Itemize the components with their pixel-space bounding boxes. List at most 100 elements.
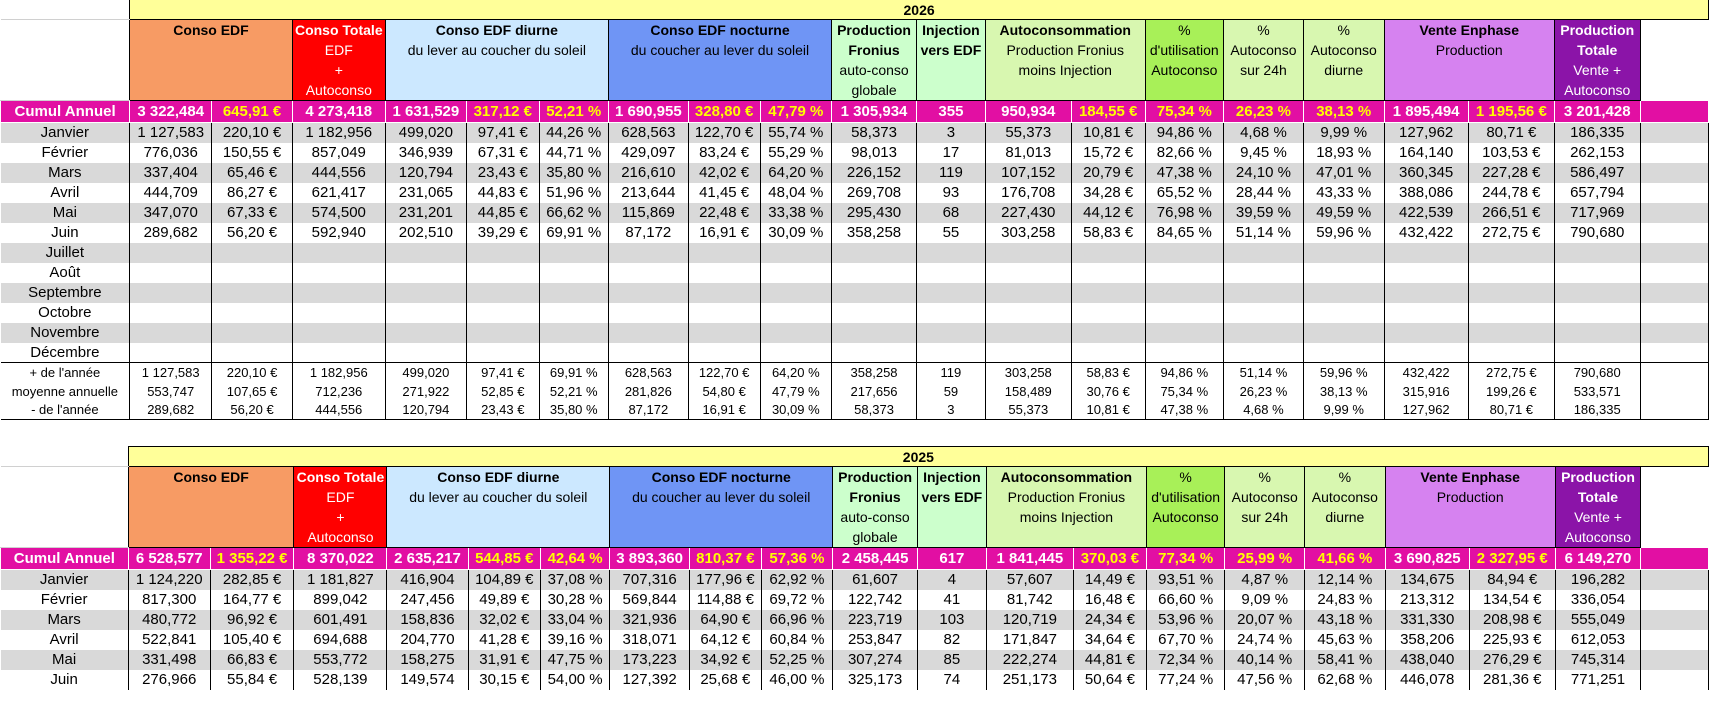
month-cell: 127,962 xyxy=(1384,122,1469,143)
month-cell xyxy=(1640,629,1709,650)
header-line: globale xyxy=(852,529,898,545)
month-cell xyxy=(1640,122,1709,143)
month-cell: 227,28 € xyxy=(1468,162,1555,183)
month-cell: 438,040 xyxy=(1385,649,1470,670)
month-cell: 247,456 xyxy=(386,589,469,610)
month-cell: 429,097 xyxy=(608,142,689,163)
month-cell xyxy=(1468,282,1555,303)
month-cell xyxy=(466,302,540,323)
cumul-cell: 328,80 € xyxy=(687,100,761,123)
month-cell: 1 127,583 xyxy=(129,122,213,143)
month-cell: 244,78 € xyxy=(1468,182,1555,203)
month-row: Juillet xyxy=(0,242,1709,263)
month-cell: 3 xyxy=(916,122,986,143)
month-cell: 85 xyxy=(917,649,987,670)
month-cell: 93,51 % xyxy=(1146,569,1226,590)
month-cell xyxy=(760,242,833,263)
stat-cell: 75,34 % xyxy=(1145,381,1224,401)
month-cell: 586,497 xyxy=(1554,162,1641,183)
month-cell xyxy=(1303,242,1385,263)
month-cell: 295,430 xyxy=(831,202,917,223)
stat-cell: 712,236 xyxy=(292,381,386,401)
month-label: Mars xyxy=(0,162,131,183)
month-cell: 24,83 % xyxy=(1304,589,1386,610)
month-cell xyxy=(129,302,213,323)
stat-cell: 217,656 xyxy=(831,381,917,401)
header-line: auto-conso xyxy=(840,509,910,525)
month-cell: 150,55 € xyxy=(211,142,293,163)
cumul-cell: 8 370,022 xyxy=(293,547,388,570)
table-2026: 2026 Conso EDF Conso Totale EDF + Autoconso Co… xyxy=(0,0,1709,420)
header-line: Autoconso xyxy=(1564,529,1632,545)
month-cell: 81,013 xyxy=(985,142,1072,163)
header-line: + xyxy=(334,62,343,78)
month-cell: 225,93 € xyxy=(1469,629,1556,650)
month-cell: 231,065 xyxy=(385,182,468,203)
header-line: Conso EDF nocturne xyxy=(651,469,791,485)
month-cell: 55 xyxy=(916,222,986,243)
month-cell xyxy=(831,322,917,343)
month-cell xyxy=(608,322,689,343)
month-cell xyxy=(688,342,761,363)
month-label: Décembre xyxy=(0,342,131,363)
header-line: Conso Totale xyxy=(294,22,383,38)
header-injection: Injection vers EDF xyxy=(915,19,986,101)
header-conso-totale: Conso Totale EDF + Autoconso xyxy=(291,19,386,101)
month-cell: 47,01 % xyxy=(1303,162,1385,183)
header-line: vers EDF xyxy=(921,489,983,505)
stat-row: moyenne annuelle 553,747 107,65 €712,236 27… xyxy=(0,381,1709,401)
stat-cell: 107,65 € xyxy=(211,381,293,401)
stat-cell: 127,962 xyxy=(1384,400,1469,420)
month-cell xyxy=(1223,302,1304,323)
month-cell xyxy=(1145,282,1224,303)
month-cell: 9,45 % xyxy=(1223,142,1304,163)
month-cell: 69,91 % xyxy=(539,222,609,243)
month-cell xyxy=(916,262,986,283)
header-pct-util: % d'utilisation Autoconso xyxy=(1145,466,1226,548)
month-cell xyxy=(211,342,293,363)
cumul-label: Cumul Annuel xyxy=(0,547,129,570)
month-cell: 444,556 xyxy=(292,162,386,183)
month-cell: 20,79 € xyxy=(1071,162,1146,183)
month-cell: 16,48 € xyxy=(1073,589,1147,610)
stat-cell: 315,916 xyxy=(1384,381,1469,401)
month-cell: 44,85 € xyxy=(466,202,540,223)
month-cell xyxy=(292,322,386,343)
month-cell: 173,223 xyxy=(609,649,691,670)
month-cell xyxy=(688,302,761,323)
month-cell xyxy=(1303,262,1385,283)
month-cell: 50,64 € xyxy=(1073,669,1147,690)
month-row: Novembre xyxy=(0,322,1709,343)
month-cell: 39,59 % xyxy=(1223,202,1304,223)
header-line: du lever au coucher du soleil xyxy=(409,489,588,505)
stat-label: moyenne annuelle xyxy=(0,381,131,401)
cumul-cell: 3 322,484 xyxy=(129,100,213,123)
month-label: Janvier xyxy=(0,122,131,143)
header-line: Autoconso xyxy=(1230,42,1297,58)
month-cell: 61,607 xyxy=(832,569,918,590)
month-cell: 25,68 € xyxy=(689,669,762,690)
header-prod-totale: Production Totale Vente + Autoconso xyxy=(1553,19,1641,101)
month-cell: 134,675 xyxy=(1385,569,1470,590)
cumul-cell: 184,55 € xyxy=(1070,100,1146,123)
month-cell xyxy=(1223,322,1304,343)
month-cell: 220,10 € xyxy=(211,122,293,143)
stat-label: + de l'année xyxy=(0,362,131,382)
month-cell xyxy=(760,322,833,343)
month-cell xyxy=(129,282,213,303)
month-cell: 4 xyxy=(917,569,987,590)
cumul-cell: 2 635,217 xyxy=(386,547,469,570)
month-cell: 325,173 xyxy=(832,669,918,690)
cumul-cell: 47,79 % xyxy=(759,100,833,123)
month-cell: 41,28 € xyxy=(468,629,541,650)
stat-cell: 281,826 xyxy=(608,381,689,401)
cumul-cell: 1 895,494 xyxy=(1383,100,1469,123)
month-cell xyxy=(1554,282,1641,303)
month-label: Février xyxy=(0,142,131,163)
stat-cell: 444,556 xyxy=(292,400,386,420)
month-cell: 164,77 € xyxy=(210,589,295,610)
month-cell: 158,836 xyxy=(386,609,469,630)
month-cell: 47,38 % xyxy=(1145,162,1224,183)
month-cell: 1 124,220 xyxy=(128,569,211,590)
month-cell xyxy=(1554,302,1641,323)
